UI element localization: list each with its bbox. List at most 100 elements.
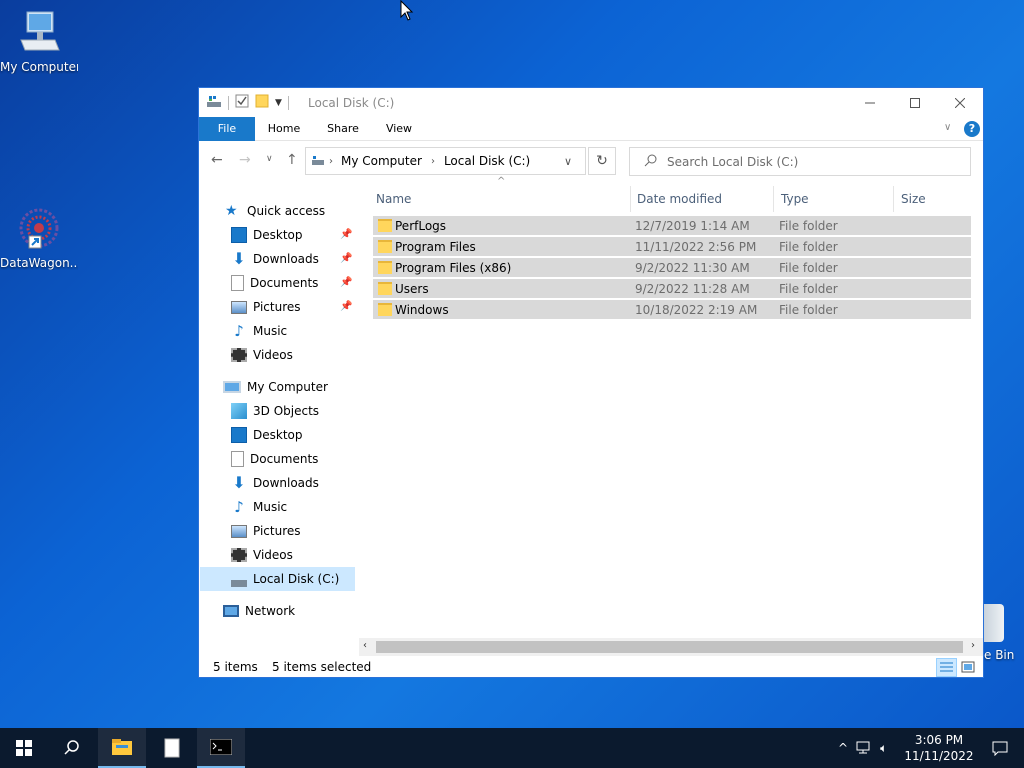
file-date: 12/7/2019 1:14 AM xyxy=(635,218,750,233)
search-icon xyxy=(64,740,79,755)
address-bar[interactable]: › My Computer › Local Disk (C:) ∨ xyxy=(305,147,586,175)
file-row[interactable]: Users 9/2/2022 11:28 AM File folder xyxy=(373,279,971,299)
network-icon[interactable] xyxy=(856,740,872,757)
breadcrumb-separator-icon: › xyxy=(430,155,435,167)
action-center-button[interactable] xyxy=(976,728,1024,768)
maximize-button[interactable] xyxy=(892,88,938,117)
nav-desktop[interactable]: Desktop xyxy=(231,423,303,447)
windows-logo-icon xyxy=(16,740,32,756)
pin-icon[interactable]: 📌 xyxy=(340,301,352,312)
desktop-icon-datawagon[interactable]: DataWagon... xyxy=(0,206,78,270)
show-hidden-icons-icon[interactable]: ^ xyxy=(838,741,848,755)
customize-toolbar-dropdown-icon[interactable]: ▼ xyxy=(275,98,282,108)
file-row[interactable]: Program Files 11/11/2022 2:56 PM File fo… xyxy=(373,237,971,257)
column-header-type[interactable]: Type xyxy=(781,192,809,212)
selected-count: 5 items selected xyxy=(272,660,372,674)
desktop-icon-label: DataWagon... xyxy=(0,256,78,270)
nav-network[interactable]: Network xyxy=(223,599,295,623)
pin-icon[interactable]: 📌 xyxy=(340,253,352,264)
nav-quick-desktop[interactable]: Desktop xyxy=(231,223,303,247)
nav-my-computer[interactable]: My Computer xyxy=(223,375,328,399)
column-header-date-modified[interactable]: Date modified xyxy=(637,192,722,212)
nav-local-disk[interactable]: Local Disk (C:) xyxy=(200,567,355,591)
search-button[interactable] xyxy=(48,728,96,768)
nav-3d-objects[interactable]: 3D Objects xyxy=(231,399,319,423)
taskbar: ^ 🔈︎ 3:06 PM 11/11/2022 xyxy=(0,728,1024,768)
toolbar-separator xyxy=(228,95,229,110)
nav-videos[interactable]: Videos xyxy=(231,543,293,567)
nav-label: Desktop xyxy=(253,228,303,242)
desktop-folder-icon xyxy=(231,227,247,243)
nav-quick-downloads[interactable]: ⬇ Downloads xyxy=(231,247,319,271)
file-date: 9/2/2022 11:28 AM xyxy=(635,281,750,296)
nav-label: Pictures xyxy=(253,524,301,538)
nav-quick-pictures[interactable]: Pictures xyxy=(231,295,301,319)
search-input[interactable]: Search Local Disk (C:) xyxy=(629,147,971,176)
file-row[interactable]: PerfLogs 12/7/2019 1:14 AM File folder xyxy=(373,216,971,236)
pin-icon[interactable]: 📌 xyxy=(340,277,352,288)
scrollbar-thumb[interactable] xyxy=(376,641,963,653)
breadcrumb-local-disk[interactable]: Local Disk (C:) xyxy=(444,154,530,168)
nav-downloads[interactable]: ⬇ Downloads xyxy=(231,471,319,495)
nav-label: Quick access xyxy=(247,204,326,218)
taskbar-command-prompt[interactable] xyxy=(197,728,245,768)
file-row[interactable]: Program Files (x86) 9/2/2022 11:30 AM Fi… xyxy=(373,258,971,278)
horizontal-scrollbar[interactable]: ‹ › xyxy=(359,638,983,656)
new-folder-icon[interactable] xyxy=(255,94,269,111)
scroll-right-icon[interactable]: › xyxy=(971,640,975,651)
file-row[interactable]: Windows 10/18/2022 2:19 AM File folder xyxy=(373,300,971,320)
mouse-cursor-icon xyxy=(400,0,414,25)
nav-label: Music xyxy=(253,500,288,514)
nav-music[interactable]: ♪ Music xyxy=(231,495,287,519)
file-name: PerfLogs xyxy=(395,218,447,233)
nav-quick-access[interactable]: ★ Quick access xyxy=(225,199,325,223)
pin-icon[interactable]: 📌 xyxy=(340,229,352,240)
file-name: Windows xyxy=(395,302,449,317)
up-button[interactable]: ↑ xyxy=(286,152,298,168)
desktop-icon-my-computer[interactable]: My Computer xyxy=(0,10,78,74)
minimize-button[interactable] xyxy=(847,88,893,117)
breadcrumb-my-computer[interactable]: My Computer xyxy=(341,154,422,168)
address-dropdown-icon[interactable]: ∨ xyxy=(564,155,572,168)
clock-time: 3:06 PM xyxy=(914,733,964,747)
desktop-icon-recycle-bin[interactable]: e Bin xyxy=(984,604,1014,662)
properties-icon[interactable] xyxy=(235,94,249,111)
taskbar-notepad[interactable] xyxy=(148,728,196,768)
nav-quick-documents[interactable]: Documents xyxy=(231,271,318,295)
tab-view[interactable]: View xyxy=(375,117,423,141)
folder-icon xyxy=(378,303,392,316)
recycle-bin-icon xyxy=(984,604,1004,642)
column-header-size[interactable]: Size xyxy=(901,192,926,212)
close-button[interactable] xyxy=(937,88,983,117)
folder-icon xyxy=(112,739,132,755)
status-bar: 5 items 5 items selected xyxy=(199,658,983,679)
document-icon xyxy=(231,451,244,467)
nav-quick-music[interactable]: ♪ Music xyxy=(231,319,287,343)
title-bar[interactable]: ▼ Local Disk (C:) xyxy=(199,88,983,117)
file-explorer-window: ▼ Local Disk (C:) File Home Share View ∨… xyxy=(198,87,984,678)
scroll-left-icon[interactable]: ‹ xyxy=(363,640,367,651)
datawagon-app-icon xyxy=(15,206,63,252)
nav-label: Desktop xyxy=(253,428,303,442)
back-button[interactable]: ← xyxy=(211,152,223,168)
help-icon[interactable]: ? xyxy=(964,121,980,137)
large-icons-view-button[interactable] xyxy=(961,660,975,677)
forward-button[interactable]: → xyxy=(239,152,251,168)
taskbar-file-explorer[interactable] xyxy=(98,728,146,768)
details-view-button[interactable] xyxy=(936,658,957,677)
nav-pictures[interactable]: Pictures xyxy=(231,519,301,543)
nav-quick-videos[interactable]: Videos xyxy=(231,343,293,367)
clock[interactable]: 3:06 PM 11/11/2022 xyxy=(903,732,975,764)
nav-documents[interactable]: Documents xyxy=(231,447,318,471)
start-button[interactable] xyxy=(0,728,48,768)
nav-label: Videos xyxy=(253,348,293,362)
volume-icon[interactable]: 🔈︎ xyxy=(880,741,887,756)
network-icon xyxy=(223,605,239,617)
tab-home[interactable]: Home xyxy=(259,117,309,141)
refresh-button[interactable]: ↻ xyxy=(588,147,616,175)
column-header-name[interactable]: Name xyxy=(376,192,411,212)
expand-ribbon-icon[interactable]: ∨ xyxy=(944,122,951,133)
tab-share[interactable]: Share xyxy=(319,117,367,141)
tab-file[interactable]: File xyxy=(199,117,255,141)
recent-locations-dropdown[interactable]: ∨ xyxy=(266,154,273,164)
